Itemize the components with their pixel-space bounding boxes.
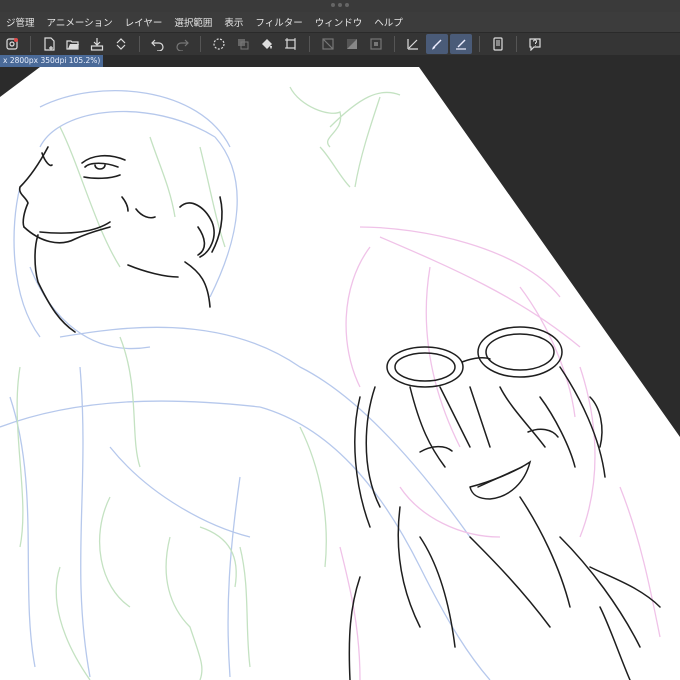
pen-active-icon[interactable] (450, 34, 472, 54)
pen-icon[interactable] (426, 34, 448, 54)
toolbar-divider (30, 36, 31, 52)
toolbar-divider (479, 36, 480, 52)
menu-help[interactable]: ヘルプ (368, 15, 409, 29)
toolbar-divider (394, 36, 395, 52)
select-all-icon[interactable] (208, 34, 230, 54)
perspective-snap-icon[interactable] (365, 34, 387, 54)
settings-icon[interactable] (1, 34, 23, 54)
open-file-icon[interactable] (62, 34, 84, 54)
menu-window[interactable]: ウィンドウ (309, 15, 369, 29)
menu-view[interactable]: 表示 (218, 15, 249, 29)
toolbar-divider (200, 36, 201, 52)
menu-selection[interactable]: 選択範囲 (168, 15, 218, 29)
document-tab[interactable]: x 2800px 350dpi 105.2%) (0, 55, 104, 67)
fill-icon[interactable] (256, 34, 278, 54)
canvas-viewport[interactable] (0, 67, 680, 680)
canvas-svg (0, 67, 680, 680)
crop-icon[interactable] (317, 34, 339, 54)
tablet-icon[interactable] (487, 34, 509, 54)
menu-layer[interactable]: レイヤー (119, 15, 169, 29)
command-bar (0, 32, 680, 56)
menu-bar: ジ管理 アニメーション レイヤー 選択範囲 表示 フィルター ウィンドウ ヘルプ (0, 12, 680, 32)
redo-icon[interactable] (171, 34, 193, 54)
transform-icon[interactable] (280, 34, 302, 54)
toolbar-divider (309, 36, 310, 52)
deselect-icon[interactable] (232, 34, 254, 54)
help-icon[interactable] (524, 34, 546, 54)
toolbar-divider (516, 36, 517, 52)
menu-page-management[interactable]: ジ管理 (0, 15, 41, 29)
menu-filter[interactable]: フィルター (249, 15, 308, 29)
ruler-snap-icon[interactable] (341, 34, 363, 54)
menu-animation[interactable]: アニメーション (41, 15, 119, 29)
toolbar-divider (139, 36, 140, 52)
pen-stabilize-icon[interactable] (402, 34, 424, 54)
document-tab-bar: x 2800px 350dpi 105.2%) (0, 55, 680, 67)
new-canvas-icon[interactable] (38, 34, 60, 54)
stepper-icon[interactable] (110, 34, 132, 54)
save-icon[interactable] (86, 34, 108, 54)
window-grip-icon[interactable] (331, 3, 349, 8)
title-bar (0, 0, 680, 12)
undo-icon[interactable] (147, 34, 169, 54)
canvas-paper[interactable] (0, 67, 680, 680)
